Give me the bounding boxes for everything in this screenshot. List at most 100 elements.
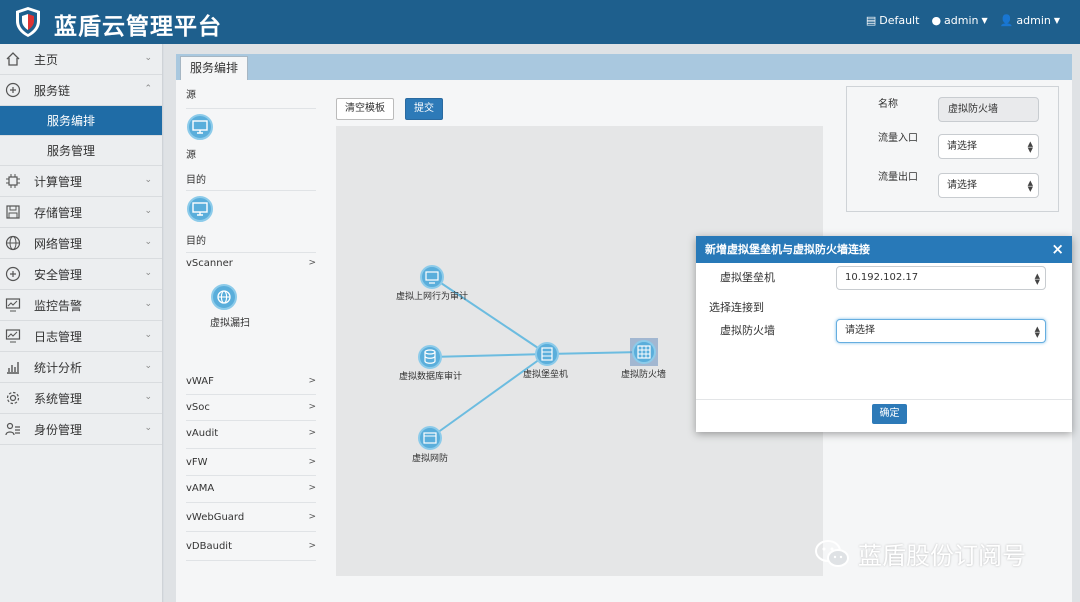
monitor-chart-icon	[5, 328, 21, 344]
chevron-down-icon: ⌄	[144, 299, 152, 309]
table-icon: ▤	[865, 14, 877, 27]
nav-user-label: admin	[1016, 14, 1051, 27]
sidebar-item-monitoring[interactable]: 监控告警 ⌄	[0, 290, 162, 321]
divider	[186, 394, 316, 395]
sidebar-item-system[interactable]: 系统管理 ⌄	[0, 383, 162, 414]
palette-group-vscanner[interactable]: vScanner >	[186, 258, 316, 269]
name-field[interactable]: 虚拟防火墙	[938, 97, 1039, 122]
node-bastion-icon[interactable]	[535, 342, 559, 366]
firewall-target-value: 请选择	[845, 325, 875, 336]
palette-group-label: vAMA	[186, 483, 215, 494]
nav-admin-label: admin	[944, 14, 979, 27]
sidebar-item-logs[interactable]: 日志管理 ⌄	[0, 321, 162, 352]
node-net-defense-label: 虚拟网防	[412, 454, 449, 464]
top-nav: ▤ Default ● admin ▼ 👤 admin ▼	[866, 14, 1060, 27]
sidebar-item-identity[interactable]: 身份管理 ⌄	[0, 414, 162, 445]
palette-group-vsoc[interactable]: vSoc >	[186, 402, 316, 413]
sidebar-item-network[interactable]: 网络管理 ⌄	[0, 228, 162, 259]
chevron-down-icon: ⌄	[144, 237, 152, 247]
submit-button[interactable]: 提交	[405, 98, 443, 120]
palette-group-label: vScanner	[186, 258, 233, 269]
edge-bastion-firewall[interactable]	[546, 351, 645, 355]
caret-down-icon: ▼	[981, 16, 988, 25]
virtual-vuln-scan-icon[interactable]	[211, 284, 237, 310]
nav-default-label: Default	[879, 14, 920, 27]
chevron-right-icon: >	[308, 483, 316, 493]
palette-group-vwebguard[interactable]: vWebGuard >	[186, 512, 316, 523]
sidebar-subitem-service-orchestration[interactable]: 服务编排	[0, 106, 162, 136]
sidebar-item-label: 网络管理	[34, 236, 83, 251]
sidebar-item-home[interactable]: 主页 ⌄	[0, 44, 162, 75]
chevron-down-icon: ⌄	[144, 361, 152, 371]
divider	[186, 190, 316, 191]
chevron-right-icon: >	[308, 428, 316, 438]
chevron-right-icon: >	[308, 541, 316, 551]
node-db-audit-icon[interactable]	[418, 345, 442, 369]
sidebar-item-statistics[interactable]: 统计分析 ⌄	[0, 352, 162, 383]
bastion-ip-select[interactable]: 10.192.102.17 ▲ ▼	[836, 266, 1046, 290]
sidebar-item-service-chain[interactable]: 服务链 ⌃	[0, 75, 162, 106]
gear-icon	[5, 390, 21, 406]
sidebar-item-storage[interactable]: 存储管理 ⌄	[0, 197, 162, 228]
sidebar-item-label: 主页	[34, 52, 59, 67]
palette-group-vdbaudit[interactable]: vDBaudit >	[186, 541, 316, 552]
clear-template-button[interactable]: 清空模板	[336, 98, 394, 120]
bastion-ip-value: 10.192.102.17	[845, 272, 919, 283]
sidebar-item-label: 系统管理	[34, 391, 83, 406]
node-bastion-label: 虚拟堡垒机	[523, 370, 569, 380]
chip-icon	[5, 173, 21, 189]
node-net-defense-icon[interactable]	[418, 426, 442, 450]
destination-node-icon[interactable]	[187, 196, 213, 222]
tab-service-orchestration[interactable]: 服务编排	[180, 56, 249, 80]
id-icon	[5, 421, 21, 437]
nav-default-menu[interactable]: ▤ Default	[866, 14, 920, 27]
select-arrows-icon: ▲ ▼	[1027, 140, 1033, 154]
sidebar-item-compute[interactable]: 计算管理 ⌄	[0, 166, 162, 197]
shield-logo-icon	[16, 7, 40, 37]
edge-dbaudit-bastion[interactable]	[429, 353, 548, 358]
node-firewall-icon[interactable]	[630, 338, 658, 366]
chevron-right-icon: >	[308, 457, 316, 467]
chevron-right-icon: >	[308, 402, 316, 412]
palette-group-vfw[interactable]: vFW >	[186, 457, 316, 468]
divider	[186, 502, 316, 503]
nav-user-menu[interactable]: 👤 admin ▼	[1000, 14, 1060, 27]
home-icon	[5, 51, 21, 67]
watermark-text: 蓝盾股份订阅号	[858, 542, 1026, 570]
close-icon[interactable]: ×	[1051, 236, 1064, 263]
wechat-watermark: 蓝盾股份订阅号	[814, 536, 1026, 571]
palette-group-vaudit[interactable]: vAudit >	[186, 428, 316, 439]
outflow-select-value: 请选择	[947, 180, 977, 191]
palette-group-label: vWAF	[186, 376, 214, 387]
user-icon: 👤	[999, 14, 1014, 27]
wechat-icon	[815, 539, 849, 567]
chevron-down-icon: ⌄	[144, 53, 152, 63]
divider	[186, 252, 316, 253]
destination-node-label: 目的	[186, 236, 206, 247]
nav-admin-menu[interactable]: ● admin ▼	[931, 14, 987, 27]
firewall-target-select[interactable]: 请选择 ▲ ▼	[836, 319, 1046, 343]
inflow-select[interactable]: 请选择 ▲ ▼	[938, 134, 1039, 159]
select-arrows-icon: ▲ ▼	[1034, 272, 1040, 286]
palette-group-label: vFW	[186, 457, 208, 468]
chevron-down-icon: ⌄	[144, 206, 152, 216]
source-node-label: 源	[186, 150, 196, 161]
chevron-up-icon: ⌃	[144, 84, 152, 94]
connect-to-label: 选择连接到	[709, 301, 764, 314]
sidebar-item-label: 存储管理	[34, 205, 83, 220]
node-web-audit-icon[interactable]	[420, 265, 444, 289]
inflow-select-value: 请选择	[947, 141, 977, 152]
outflow-select[interactable]: 请选择 ▲ ▼	[938, 173, 1039, 198]
sidebar-subitem-service-management[interactable]: 服务管理	[0, 136, 162, 166]
confirm-button[interactable]: 确定	[872, 404, 907, 424]
palette-header-destination: 目的	[186, 175, 206, 186]
palette-group-vama[interactable]: vAMA >	[186, 483, 316, 494]
top-header: 蓝盾云管理平台 ▤ Default ● admin ▼ 👤 admin ▼	[0, 0, 1080, 44]
chevron-right-icon: >	[308, 512, 316, 522]
sidebar-item-security[interactable]: 安全管理 ⌄	[0, 259, 162, 290]
source-node-icon[interactable]	[187, 114, 213, 140]
palette-group-vwaf[interactable]: vWAF >	[186, 376, 316, 387]
dialog-title: 新增虚拟堡垒机与虚拟防火墙连接	[705, 243, 870, 256]
inflow-label: 流量入口	[878, 133, 918, 144]
floppy-icon	[5, 204, 21, 220]
